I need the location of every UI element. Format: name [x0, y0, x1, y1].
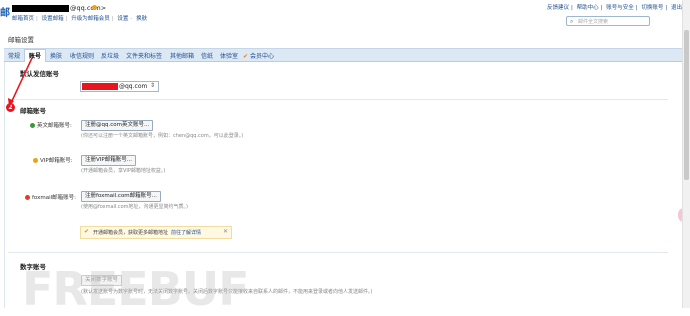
default-account-title: 默认发信账号	[20, 70, 59, 78]
tab-antispam[interactable]: 反垃圾	[101, 51, 119, 60]
register-english-account-button[interactable]: 注册@qq.com英文账号...	[81, 120, 154, 131]
default-account-value: @qq.com	[119, 83, 148, 90]
scroll-thumb[interactable]	[684, 30, 689, 180]
tab-lab[interactable]: 体验室	[220, 51, 238, 60]
tab-other-mailbox[interactable]: 其他邮箱	[170, 51, 194, 60]
vip-crown-icon: ✔	[84, 228, 90, 235]
register-foxmail-account-button[interactable]: 注册foxmail.com邮箱账号...	[81, 191, 161, 202]
search-input[interactable]: ⌕ 邮件全文搜索	[566, 16, 650, 26]
vip-icon: ✔	[243, 53, 250, 60]
top-link-upgrade[interactable]: 升级为邮箱会员	[71, 16, 110, 22]
settings-tabs: 常规 账号 换肤 收信规则 反垃圾 文件夹和标签 其他邮箱 信纸 体验室 ✔ 会…	[4, 48, 683, 64]
redacted-account-name	[12, 5, 69, 12]
top-bar: 邮 @qq.com> 邮箱首页 | 设置邮箱 | 升级为邮箱会员 | 设置 - 换肤 反…	[0, 0, 690, 26]
scrollbar[interactable]	[682, 0, 690, 308]
top-link-settings[interactable]: 设置	[117, 16, 128, 22]
alias-account-title: 邮箱账号	[20, 107, 46, 115]
right-links: 反馈建议 | 帮助中心 | 账号与安全 | 切换账号 | 退出	[546, 5, 682, 11]
top-link-home[interactable]: 邮箱首页	[12, 16, 34, 22]
english-account-icon	[30, 122, 35, 128]
english-account-hint: (你还可以注册一个英文邮箱账号，例如：chen@qq.com，可以此登录。)	[81, 133, 244, 139]
tab-stationery[interactable]: 信纸	[201, 51, 213, 60]
account-name[interactable]: @qq.com>	[70, 4, 106, 12]
foxmail-account-hint: (使用@foxmail.com地址，沟通更显简约气质。)	[81, 204, 189, 210]
chevron-down-icon: ⇕	[149, 82, 155, 89]
page-title: 邮箱设置	[8, 36, 34, 44]
tab-vip-center[interactable]: ✔ 会员中心	[243, 51, 274, 60]
register-vip-account-button[interactable]: 注册VIP邮箱账号...	[81, 155, 136, 166]
annotation-badge: 2	[6, 103, 15, 112]
redacted-account-mark	[82, 83, 118, 90]
divider	[8, 99, 668, 100]
switch-account-link[interactable]: 切换账号	[641, 5, 663, 11]
divider	[8, 252, 668, 253]
search-icon: ⌕	[570, 18, 574, 25]
tab-mail-rules[interactable]: 收信规则	[70, 51, 94, 60]
logout-link[interactable]: 退出	[671, 5, 682, 11]
tab-folders[interactable]: 文件夹和标签	[126, 51, 162, 60]
foxmail-account-label: foxmail邮箱账号:	[25, 193, 76, 201]
mail-logo[interactable]: 邮	[0, 4, 10, 19]
promo-link[interactable]: 前往了解详情	[171, 230, 201, 236]
close-icon[interactable]: ✕	[223, 228, 228, 235]
vip-account-hint: (开通邮箱会员，享VIP邮箱地址权益。)	[81, 168, 166, 174]
feedback-link[interactable]: 反馈建议	[547, 5, 569, 11]
vip-account-icon	[33, 157, 38, 163]
top-links: 邮箱首页 | 设置邮箱 | 升级为邮箱会员 | 设置 - 换肤	[12, 16, 148, 22]
promo-text: 开通邮箱会员，获取更多邮箱地址	[93, 230, 169, 236]
search-placeholder: 邮件全文搜索	[578, 19, 609, 25]
help-link[interactable]: 帮助中心	[577, 5, 599, 11]
top-link-setup[interactable]: 设置邮箱	[42, 16, 64, 22]
vip-account-label: VIP邮箱账号:	[33, 156, 73, 164]
security-link[interactable]: 账号与安全	[606, 5, 634, 11]
tab-skin[interactable]: 换肤	[50, 51, 62, 60]
tab-general[interactable]: 常规	[8, 51, 20, 60]
top-link-skin[interactable]: 换肤	[136, 16, 147, 22]
foxmail-icon	[25, 194, 30, 200]
status-dot-icon	[92, 5, 97, 10]
vip-promo-banner: ✔ 开通邮箱会员，获取更多邮箱地址 前往了解详情 ✕	[80, 226, 232, 239]
english-account-label: 英文邮箱账号:	[30, 121, 72, 129]
